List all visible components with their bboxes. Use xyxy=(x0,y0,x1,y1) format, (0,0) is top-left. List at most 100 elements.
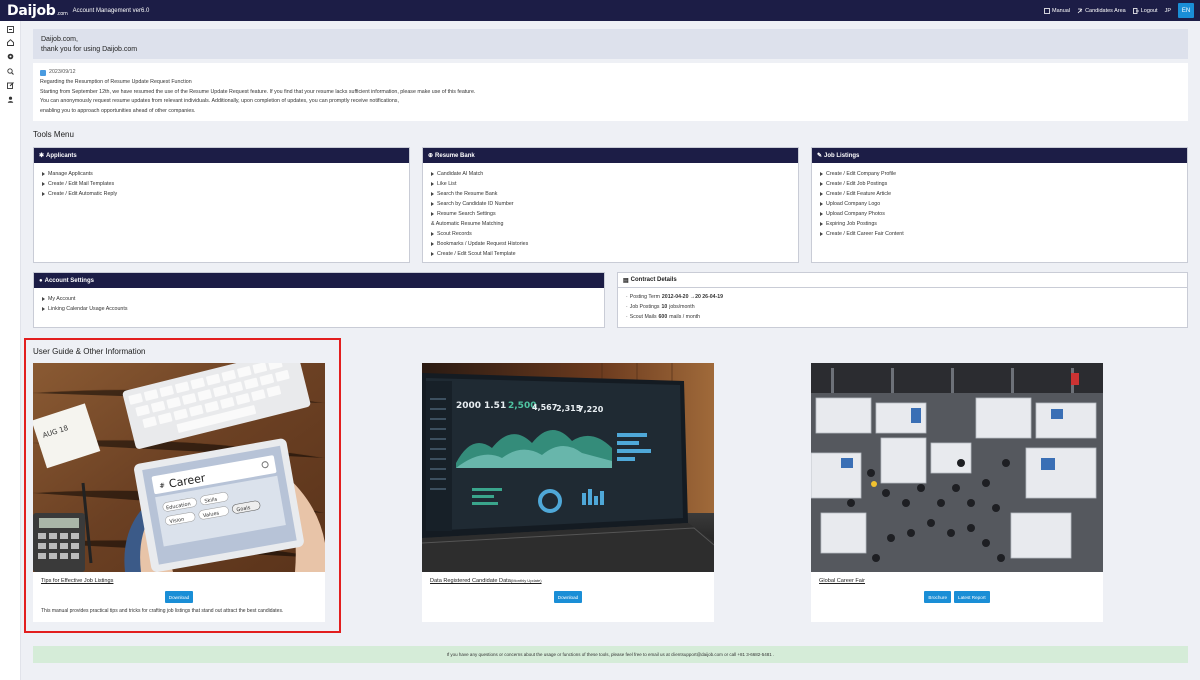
applicants-title: Applicants xyxy=(46,152,77,159)
caret-right-icon xyxy=(431,182,434,186)
job-postings-quota: · Job Postings 10 jobs/month xyxy=(626,304,695,310)
caret-right-icon xyxy=(820,232,823,236)
menu-item-search-resume-bank[interactable]: Search the Resume Bank xyxy=(431,189,790,199)
logo[interactable]: Daijob.com xyxy=(7,4,68,18)
welcome-banner: Daijob.com, thank you for using Daijob.c… xyxy=(33,29,1188,59)
left-rail xyxy=(0,21,21,680)
caret-right-icon xyxy=(820,192,823,196)
caret-right-icon xyxy=(820,172,823,176)
guide-card-title[interactable]: Global Career Fair xyxy=(819,578,865,584)
announcement: 2023/09/12 Regarding the Resumption of R… xyxy=(33,63,1188,121)
caret-right-icon xyxy=(431,202,434,206)
candidates-area-link[interactable]: Candidates Area xyxy=(1077,8,1126,14)
guide-card-candidate-data: 2000 1.51 2,500 4,567 2,315 7,220 Data R… xyxy=(422,363,714,622)
account-settings-panel: ● Account Settings My Account Linking Cal… xyxy=(33,272,605,328)
svg-text:4,567: 4,567 xyxy=(532,403,557,412)
menu-item-search-candidate-id[interactable]: Search by Candidate ID Number xyxy=(431,199,790,209)
caret-right-icon xyxy=(820,202,823,206)
app-title: Account Management ver6.0 xyxy=(72,7,150,14)
caret-right-icon xyxy=(42,172,45,176)
book-icon xyxy=(1044,7,1050,14)
home-icon[interactable] xyxy=(6,38,15,47)
brochure-button[interactable]: Brochure xyxy=(924,591,952,603)
caret-right-icon xyxy=(42,182,45,186)
support-note: If you have any questions or concerns ab… xyxy=(33,646,1188,663)
latest-report-button[interactable]: Latest Report xyxy=(954,591,990,603)
posting-term: · Posting Term 2012-04-20 →20 26-04-19 xyxy=(626,294,724,300)
highlight-box xyxy=(24,338,341,633)
gear-icon: ✱ xyxy=(39,153,45,159)
menu-item-company-profile[interactable]: Create / Edit Company Profile xyxy=(820,169,1179,179)
lang-jp-button[interactable]: JP xyxy=(1165,8,1171,14)
job-listings-title: Job Listings xyxy=(824,152,860,159)
lang-en-button[interactable]: EN xyxy=(1178,3,1194,18)
caret-right-icon xyxy=(431,242,434,246)
svg-text:1.51: 1.51 xyxy=(484,401,506,411)
caret-right-icon xyxy=(820,182,823,186)
svg-text:2000: 2000 xyxy=(456,401,481,411)
menu-item-calendar-accounts[interactable]: Linking Calendar Usage Accounts xyxy=(42,304,596,314)
contract-icon: ▤ xyxy=(623,277,629,284)
logout-icon xyxy=(1132,7,1139,14)
caret-right-icon xyxy=(42,192,45,196)
settings-icon[interactable] xyxy=(6,52,15,61)
manual-link[interactable]: Manual xyxy=(1044,8,1070,14)
download-button[interactable]: Download xyxy=(553,591,583,603)
menu-item-company-photos[interactable]: Upload Company Photos xyxy=(820,209,1179,219)
caret-right-icon xyxy=(431,212,434,216)
top-bar: Daijob.com Account Management ver6.0 Man… xyxy=(0,0,1200,21)
caret-right-icon xyxy=(431,252,434,256)
caret-right-icon xyxy=(431,172,434,176)
menu-item-career-fair-content[interactable]: Create / Edit Career Fair Content xyxy=(820,229,1179,239)
edit-icon[interactable] xyxy=(6,81,15,90)
menu-item-scout-records[interactable]: Scout Records xyxy=(431,229,790,239)
laptop-dashboard-image: 2000 1.51 2,500 4,567 2,315 7,220 xyxy=(422,363,714,572)
tools-menu-title: Tools Menu xyxy=(33,130,74,139)
external-link-icon xyxy=(1077,8,1083,13)
edit-icon: ✎ xyxy=(817,153,823,159)
guide-card-title[interactable]: Data Registered Candidate Data(Monthly U… xyxy=(430,578,542,584)
caret-right-icon xyxy=(820,212,823,216)
user-icon[interactable] xyxy=(6,95,15,104)
career-fair-image xyxy=(811,363,1103,572)
svg-text:7,220: 7,220 xyxy=(578,405,604,414)
caret-right-icon xyxy=(431,192,434,196)
announcement-line: Starting from September 12th, we have re… xyxy=(40,88,476,95)
caret-right-icon xyxy=(431,232,434,236)
menu-item-job-postings[interactable]: Create / Edit Job Postings xyxy=(820,179,1179,189)
menu-item-automatic-resume-matching[interactable]: & Automatic Resume Matching xyxy=(431,219,790,229)
user-icon: ● xyxy=(39,277,43,284)
menu-item-mail-templates[interactable]: Create / Edit Mail Templates xyxy=(42,179,401,189)
logout-link[interactable]: Logout xyxy=(1132,7,1158,14)
account-settings-title: Account Settings xyxy=(44,277,94,284)
dashboard-icon[interactable] xyxy=(6,25,15,34)
menu-item-company-logo[interactable]: Upload Company Logo xyxy=(820,199,1179,209)
menu-item-feature-article[interactable]: Create / Edit Feature Article xyxy=(820,189,1179,199)
welcome-line2: thank you for using Daijob.com xyxy=(41,45,138,53)
caret-right-icon xyxy=(42,297,45,301)
scout-mails-quota: · Scout Mails 600 mails / month xyxy=(626,314,701,320)
menu-item-like-list[interactable]: Like List xyxy=(431,179,790,189)
caret-right-icon xyxy=(820,222,823,226)
menu-item-my-account[interactable]: My Account xyxy=(42,294,596,304)
search-icon: ⊕ xyxy=(428,153,434,159)
caret-right-icon xyxy=(42,307,45,311)
announcement-line: Regarding the Resumption of Resume Updat… xyxy=(40,78,192,85)
menu-item-automatic-reply[interactable]: Create / Edit Automatic Reply xyxy=(42,189,401,199)
menu-item-scout-mail-template[interactable]: Create / Edit Scout Mail Template xyxy=(431,249,790,259)
calendar-icon xyxy=(40,69,46,76)
resume-bank-panel: ⊕ Resume Bank Candidate AI Match Like Lis… xyxy=(422,147,799,263)
contract-title: Contract Details xyxy=(630,277,677,283)
announcement-line: enabling you to approach opportunities a… xyxy=(40,108,196,115)
guide-card-career-fair: Global Career Fair Brochure Latest Repor… xyxy=(811,363,1103,622)
menu-item-candidate-ai-match[interactable]: Candidate AI Match xyxy=(431,169,790,179)
menu-item-resume-search-settings[interactable]: Resume Search Settings xyxy=(431,209,790,219)
applicants-panel: ✱ Applicants Manage Applicants Create / E… xyxy=(33,147,410,263)
welcome-line1: Daijob.com, xyxy=(41,36,78,43)
menu-item-manage-applicants[interactable]: Manage Applicants xyxy=(42,169,401,179)
search-icon[interactable] xyxy=(6,67,15,76)
menu-item-bookmarks[interactable]: Bookmarks / Update Request Histories xyxy=(431,239,790,249)
menu-item-expiring-postings[interactable]: Expiring Job Postings xyxy=(820,219,1179,229)
contract-details-panel: ▤ Contract Details · Posting Term 2012-04… xyxy=(617,272,1188,328)
announcement-date: 2023/09/12 xyxy=(49,69,76,75)
